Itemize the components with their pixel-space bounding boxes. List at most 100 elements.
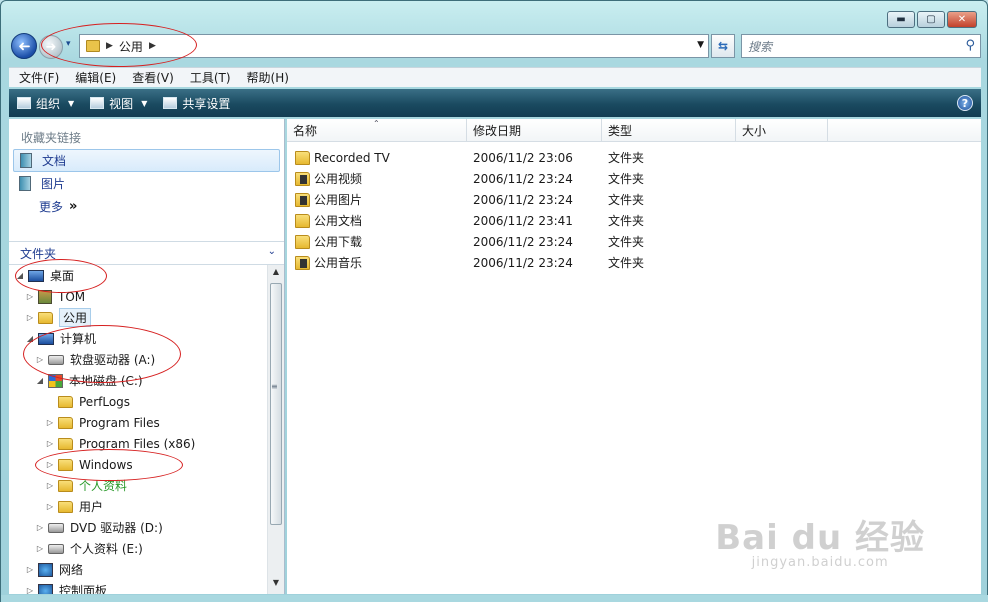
tree-node-users[interactable]: ▷ 用户 [9,496,267,517]
tree-node-label: TOM [58,289,86,304]
column-size[interactable]: 大小 [736,119,828,142]
file-row[interactable]: 公用视频 2006/11/2 23:24 文件夹 [287,168,981,189]
breadcrumb-arrow-icon[interactable]: ▶ [149,41,156,51]
file-row[interactable]: 公用文档 2006/11/2 23:41 文件夹 [287,210,981,231]
menu-tools[interactable]: 工具(T) [190,69,231,86]
menu-view[interactable]: 查看(V) [132,69,174,86]
scroll-up-icon[interactable]: ▲ [270,267,282,281]
expanded-triangle-icon[interactable]: ◢ [35,376,45,385]
tree-node-windows[interactable]: ▷ Windows [9,454,267,475]
tree-node-tom[interactable]: ▷ TOM [9,286,267,307]
tree-node-desktop[interactable]: ◢ 桌面 [9,265,267,286]
tree-node-perflogs[interactable]: PerfLogs [9,391,267,412]
collapsed-triangle-icon[interactable]: ▷ [25,313,35,322]
tree-node-dvd-drive[interactable]: ▷ DVD 驱动器 (D:) [9,517,267,538]
folder-icon [295,150,310,165]
tree-node-control-panel[interactable]: ▷ 控制面板 [9,580,267,594]
chevron-down-icon[interactable]: ⌄ [268,246,276,257]
file-row[interactable]: 公用下载 2006/11/2 23:24 文件夹 [287,231,981,252]
views-button[interactable]: 视图 ▼ [90,95,147,112]
history-dropdown-icon[interactable]: ▾ [66,39,71,49]
tree-node-public[interactable]: ▷ 公用 [9,307,267,328]
tree-node-drive-e[interactable]: ▷ 个人资料 (E:) [9,538,267,559]
favorite-documents[interactable]: 文档 [13,149,280,172]
collapsed-triangle-icon[interactable]: ▷ [45,460,55,469]
share-settings-button[interactable]: 共享设置 [163,95,230,112]
breadcrumb-public[interactable]: 公用 [119,38,143,55]
help-icon: ? [961,96,969,110]
folders-label: 文件夹 [20,246,57,261]
file-date: 2006/11/2 23:24 [473,234,573,249]
close-button[interactable]: ✕ [947,11,977,28]
file-name: 公用图片 [314,193,363,207]
menu-help[interactable]: 帮助(H) [247,69,289,86]
tree-node-program-files-x86[interactable]: ▷ Program Files (x86) [9,433,267,454]
favorite-pictures[interactable]: 图片 [13,172,280,195]
menu-file[interactable]: 文件(F) [19,69,59,86]
tree-node-computer[interactable]: ◢ 计算机 [9,328,267,349]
collapsed-triangle-icon[interactable]: ▷ [35,355,45,364]
tree-node-label: Windows [79,457,133,472]
collapsed-triangle-icon[interactable]: ▷ [45,481,55,490]
tree-scrollbar[interactable]: ▲ ≡ ▼ [267,265,284,594]
grip-icon: ≡ [271,382,278,391]
forward-button[interactable]: ➜ [39,35,63,59]
maximize-button[interactable]: ▢ [917,11,945,28]
tree-node-floppy[interactable]: ▷ 软盘驱动器 (A:) [9,349,267,370]
views-label: 视图 [109,96,134,111]
scroll-down-icon[interactable]: ▼ [270,578,282,592]
collapsed-triangle-icon[interactable]: ▷ [25,292,35,301]
search-icon[interactable]: ⚲ [965,38,975,53]
expanded-triangle-icon[interactable]: ◢ [15,271,25,280]
column-type[interactable]: 类型 [602,119,736,142]
local-disk-icon [48,373,63,388]
pictures-folder-icon [295,192,310,207]
refresh-button[interactable]: ⇆ [711,34,735,58]
file-type: 文件夹 [608,193,645,207]
collapsed-triangle-icon[interactable]: ▷ [45,502,55,511]
menu-bar: 文件(F) 编辑(E) 查看(V) 工具(T) 帮助(H) [9,67,981,87]
help-button[interactable]: ? [957,95,973,111]
tree-node-label: 桌面 [50,269,75,283]
command-bar: 组织 ▼ 视图 ▼ 共享设置 ? [9,89,981,117]
favorite-label: 文档 [42,154,67,168]
collapsed-triangle-icon[interactable]: ▷ [45,439,55,448]
file-row[interactable]: 公用音乐 2006/11/2 23:24 文件夹 [287,252,981,273]
tree-node-network[interactable]: ▷ 网络 [9,559,267,580]
collapsed-triangle-icon[interactable]: ▷ [35,544,45,553]
search-input[interactable]: 搜索 ⚲ [741,34,981,58]
file-row[interactable]: 公用图片 2006/11/2 23:24 文件夹 [287,189,981,210]
collapsed-triangle-icon[interactable]: ▷ [45,418,55,427]
favorites-more-link[interactable]: 更多 » [9,195,284,217]
scrollbar-thumb[interactable] [270,283,282,525]
watermark: Bai du 经验 jingyan.baidu.com [715,510,925,570]
tree-node-local-disk-c[interactable]: ◢ 本地磁盘 (C:) [9,370,267,391]
documents-icon [20,153,32,168]
collapsed-triangle-icon[interactable]: ▷ [25,586,35,594]
column-date-modified[interactable]: 修改日期 [467,119,602,142]
organize-label: 组织 [36,96,61,111]
address-bar[interactable]: ▶ 公用 ▶ ▼ [79,34,709,58]
control-panel-icon [38,583,53,594]
file-date: 2006/11/2 23:24 [473,171,573,186]
expanded-triangle-icon[interactable]: ◢ [25,334,35,343]
organize-icon [17,97,31,109]
file-type: 文件夹 [608,151,645,165]
drive-icon [48,543,64,554]
collapsed-triangle-icon[interactable]: ▷ [35,523,45,532]
organize-button[interactable]: 组织 ▼ [17,95,74,112]
file-row[interactable]: Recorded TV 2006/11/2 23:06 文件夹 [287,147,981,168]
tree-node-program-files[interactable]: ▷ Program Files [9,412,267,433]
address-dropdown-icon[interactable]: ▼ [697,40,704,50]
tree-node-label: DVD 驱动器 (D:) [70,521,163,535]
tree-node-personal-data[interactable]: ▷ 个人资料 [9,475,267,496]
back-button[interactable]: ➜ [11,33,37,59]
back-arrow-icon: ➜ [17,37,31,55]
folders-header[interactable]: 文件夹 ⌄ [9,241,284,265]
collapsed-triangle-icon[interactable]: ▷ [25,565,35,574]
tree-node-label: Program Files (x86) [79,436,196,451]
computer-icon [38,332,54,345]
menu-edit[interactable]: 编辑(E) [75,69,116,86]
breadcrumb-arrow-icon[interactable]: ▶ [106,41,113,51]
minimize-button[interactable]: ▬ [887,11,915,28]
